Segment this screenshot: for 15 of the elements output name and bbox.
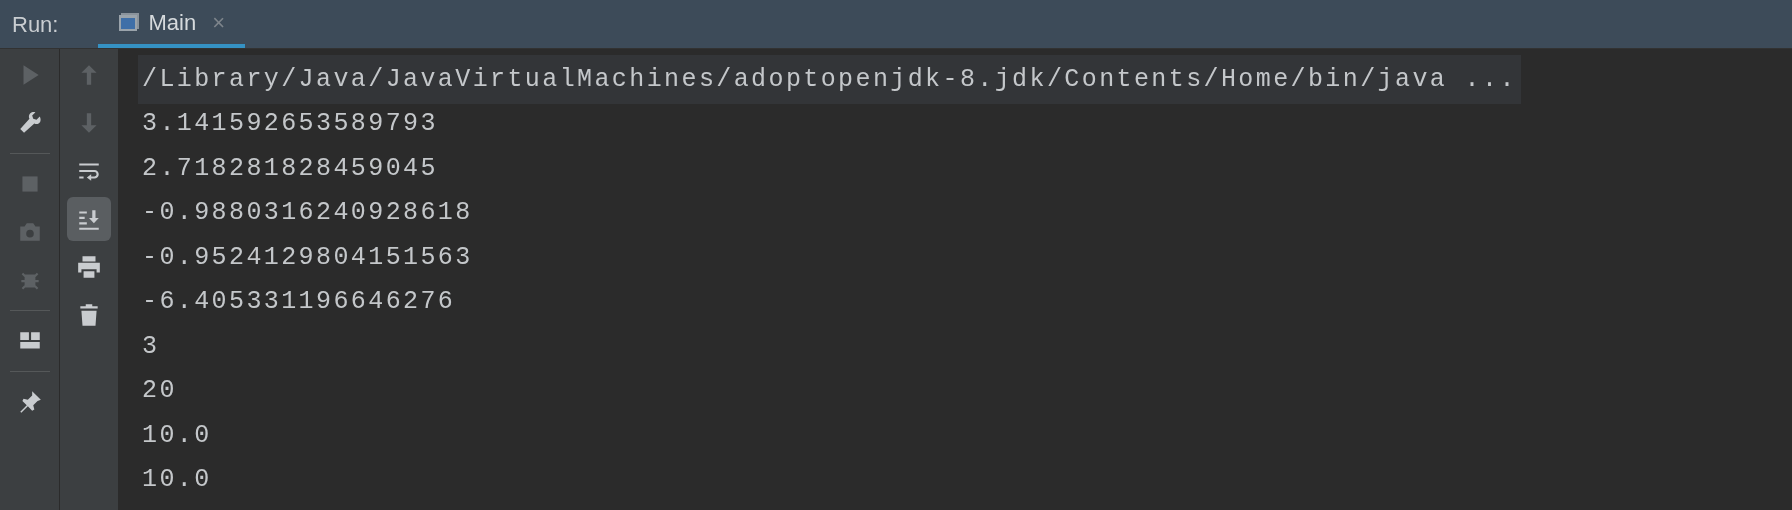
tab-label: Main (148, 8, 197, 37)
output-line: 3 (142, 330, 160, 363)
output-line: -0.9880316240928618 (142, 197, 473, 229)
toolbar-button[interactable] (67, 197, 111, 241)
window-icon (118, 12, 141, 32)
output-line: -6.405331196646276 (142, 286, 456, 318)
output-line: 10.0 (142, 464, 212, 496)
output-line: 20 (142, 375, 177, 407)
output-line: 2.718281828459045 (142, 152, 438, 185)
output-line: -0.9524129804151563 (142, 241, 473, 274)
output-line: 3.141592653589793 (142, 108, 438, 140)
run-label: Run: (12, 10, 59, 39)
output-line: 10.0 (142, 419, 212, 452)
tab[interactable]: Main × (98, 0, 246, 48)
printer-icon (76, 254, 102, 280)
